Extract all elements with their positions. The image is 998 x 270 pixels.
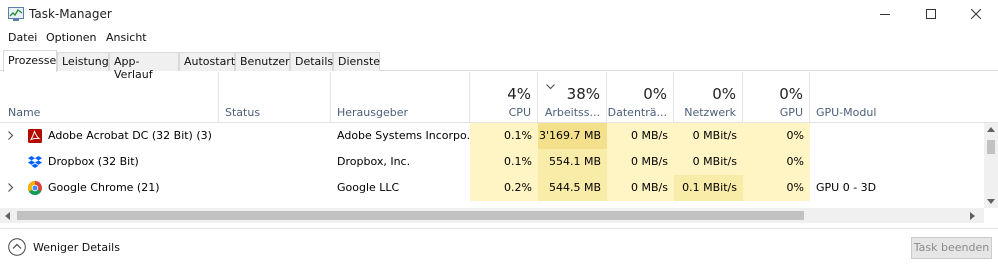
close-button[interactable] <box>953 0 998 28</box>
header-memory-pct: 38% <box>566 85 600 103</box>
header-status[interactable]: Status <box>219 72 331 123</box>
minimize-button[interactable] <box>862 0 908 28</box>
table-row[interactable]: Google Chrome (21) Google LLC 0.2% 544.5… <box>0 175 984 201</box>
scroll-up-icon[interactable] <box>987 127 995 132</box>
header-gpu-pct: 0% <box>779 85 803 103</box>
maximize-button[interactable] <box>908 0 954 28</box>
process-gpu: 0% <box>743 175 810 201</box>
process-status <box>225 175 331 201</box>
menu-datei[interactable]: Datei <box>8 31 37 44</box>
minimize-icon <box>880 14 890 15</box>
process-network: 0 MBit/s <box>674 123 743 149</box>
menu-optionen[interactable]: Optionen <box>46 31 96 44</box>
process-status <box>225 149 331 175</box>
process-name: Adobe Acrobat DC (32 Bit) (3) <box>48 129 212 142</box>
header-network-label: Netzwerk <box>684 106 736 119</box>
process-name: Google Chrome (21) <box>48 181 160 194</box>
process-gpu-engine <box>816 123 984 149</box>
header-memory[interactable]: 38% Arbeitss... <box>538 72 607 123</box>
header-publisher-label: Herausgeber <box>337 106 409 119</box>
process-disk: 0 MB/s <box>607 149 674 175</box>
vertical-scrollbar[interactable] <box>984 123 998 208</box>
header-disk-pct: 0% <box>643 85 667 103</box>
process-gpu: 0% <box>743 123 810 149</box>
menu-bar: Datei Optionen Ansicht <box>0 28 998 48</box>
process-memory: 544.5 MB <box>538 175 607 201</box>
chevron-up-circle-icon[interactable] <box>8 238 26 256</box>
header-name-label: Name <box>8 106 41 119</box>
chrome-icon <box>28 181 42 195</box>
task-manager-icon <box>8 7 24 21</box>
sort-chevron-down-icon <box>546 84 555 90</box>
process-publisher: Adobe Systems Incorpo... <box>337 129 469 142</box>
header-cpu-label: CPU <box>508 106 531 119</box>
process-memory: 554.1 MB <box>538 149 607 175</box>
tab-leistung[interactable]: Leistung <box>57 52 109 71</box>
process-cpu: 0.1% <box>470 149 538 175</box>
process-memory: 3'169.7 MB <box>538 123 607 149</box>
menu-ansicht[interactable]: Ansicht <box>106 31 147 44</box>
footer: Weniger Details Task beenden <box>0 228 998 270</box>
process-gpu-engine <box>816 149 984 175</box>
horizontal-scrollbar[interactable] <box>0 208 984 223</box>
column-headers: Name Status Herausgeber 4% CPU 38% Arbei… <box>0 72 998 123</box>
header-gpu-engine-label: GPU-Modul <box>816 106 877 119</box>
horizontal-scroll-thumb[interactable] <box>17 211 804 220</box>
tab-autostart[interactable]: Autostart <box>179 52 235 71</box>
process-gpu-engine: GPU 0 - 3D <box>816 181 877 194</box>
process-disk: 0 MB/s <box>607 175 674 201</box>
process-status <box>225 123 331 149</box>
process-cpu: 0.1% <box>470 123 538 149</box>
tab-benutzer[interactable]: Benutzer <box>235 52 290 71</box>
header-gpu[interactable]: 0% GPU <box>743 72 810 123</box>
header-status-label: Status <box>225 106 261 119</box>
process-publisher: Dropbox, Inc. <box>337 155 411 168</box>
header-disk[interactable]: 0% Datenträ... <box>607 72 674 123</box>
scroll-left-icon[interactable] <box>5 212 10 220</box>
table-row[interactable]: Adobe Acrobat DC (32 Bit) (3) Adobe Syst… <box>0 123 984 149</box>
table-row[interactable]: Dropbox (32 Bit) Dropbox, Inc. 0.1% 554.… <box>0 149 984 175</box>
dropbox-icon <box>28 156 42 168</box>
process-disk: 0 MB/s <box>607 123 674 149</box>
chevron-right-icon[interactable] <box>8 183 14 192</box>
header-cpu[interactable]: 4% CPU <box>470 72 538 123</box>
acrobat-icon <box>28 129 42 143</box>
header-memory-label: Arbeitss... <box>544 106 600 119</box>
tab-app-verlauf[interactable]: App-Verlauf <box>109 52 179 81</box>
process-name: Dropbox (32 Bit) <box>48 155 139 168</box>
process-list: Adobe Acrobat DC (32 Bit) (3) Adobe Syst… <box>0 123 984 208</box>
title-bar: Task-Manager <box>0 0 998 28</box>
process-cpu: 0.2% <box>470 175 538 201</box>
scroll-down-icon[interactable] <box>987 199 995 204</box>
tab-prozesse[interactable]: Prozesse <box>3 50 57 72</box>
vertical-scroll-thumb[interactable] <box>987 140 995 154</box>
process-network: 0 MBit/s <box>674 149 743 175</box>
end-task-button[interactable]: Task beenden <box>911 237 992 259</box>
process-network: 0.1 MBit/s <box>674 175 743 201</box>
process-gpu: 0% <box>743 149 810 175</box>
header-publisher[interactable]: Herausgeber <box>331 72 470 123</box>
close-icon <box>971 9 981 19</box>
tab-details[interactable]: Details <box>290 52 333 71</box>
header-cpu-pct: 4% <box>507 85 531 103</box>
chevron-right-icon[interactable] <box>8 131 14 140</box>
header-network[interactable]: 0% Netzwerk <box>674 72 743 123</box>
fewer-details-link[interactable]: Weniger Details <box>33 241 120 254</box>
window-title: Task-Manager <box>29 7 112 21</box>
scroll-right-icon[interactable] <box>970 212 975 220</box>
tab-bar: Prozesse Leistung App-Verlauf Autostart … <box>0 50 998 81</box>
maximize-icon <box>926 9 936 19</box>
header-disk-label: Datenträ... <box>607 106 667 119</box>
tab-dienste[interactable]: Dienste <box>333 52 380 71</box>
header-network-pct: 0% <box>712 85 736 103</box>
header-name[interactable]: Name <box>0 72 219 123</box>
header-gpu-engine[interactable]: GPU-Modul <box>810 72 984 123</box>
process-publisher: Google LLC <box>337 181 400 194</box>
header-gpu-label: GPU <box>779 106 803 119</box>
